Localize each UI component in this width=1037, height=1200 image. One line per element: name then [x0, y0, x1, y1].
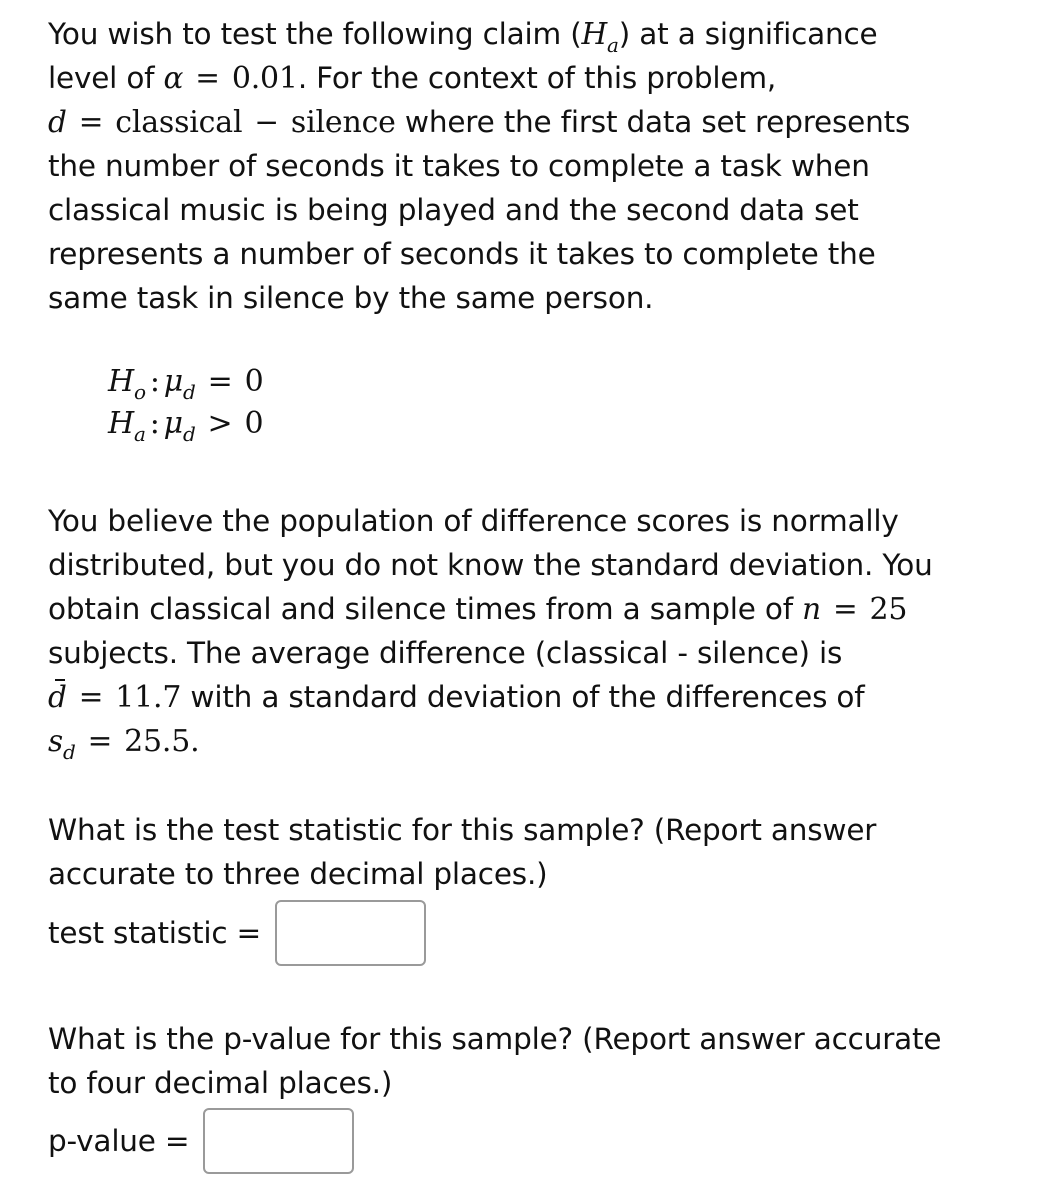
- math-d: d: [48, 105, 67, 139]
- intro-line-2: level of α = 0.01. For the context of this…: [48, 56, 1008, 100]
- math-H: H: [108, 406, 134, 441]
- mean-difference: 11.7: [115, 680, 182, 715]
- alpha-value: 0.01: [231, 61, 298, 96]
- math-sub: o: [133, 380, 146, 404]
- test-statistic-input[interactable]: [275, 900, 427, 966]
- context-line-6: sd = 25.5.: [48, 719, 1008, 764]
- math-equals: =: [78, 105, 104, 139]
- context-line-4: subjects. The average difference (classi…: [48, 636, 843, 670]
- test-statistic-row: test statistic =: [48, 900, 427, 966]
- math-d-bar: d: [48, 675, 67, 719]
- p-value-label: p-value =: [48, 1124, 190, 1158]
- math-n: n: [802, 592, 821, 626]
- hypotheses: Ho: μd = 0 Ha: μd >0: [108, 362, 264, 446]
- colon: :: [149, 406, 160, 441]
- math-s: s: [48, 724, 63, 758]
- context-line-5: d = 11.7 with a standard deviation of the …: [48, 675, 1008, 719]
- context-line-1: You believe the population of difference…: [48, 504, 899, 538]
- context-line-2: distributed, but you do not know the sta…: [48, 548, 933, 582]
- math-sub: a: [133, 422, 146, 446]
- math-mu: μ: [163, 406, 184, 441]
- sd-difference: 25.5: [124, 724, 191, 759]
- text: level of: [48, 61, 164, 95]
- math-mu: μ: [163, 364, 184, 399]
- math-H: H: [581, 17, 608, 51]
- sample-size: 25: [869, 592, 908, 627]
- math-greater-than: >: [207, 406, 233, 441]
- math-sub: d: [182, 422, 196, 446]
- math-equals: =: [832, 592, 858, 626]
- math-silence: silence: [290, 105, 396, 140]
- test-statistic-label: test statistic =: [48, 916, 262, 950]
- question-test-statistic: What is the test statistic for this samp…: [48, 808, 1008, 896]
- math-equals: =: [87, 724, 113, 758]
- math-classical: classical: [115, 105, 243, 140]
- context-line-3: obtain classical and silence times from …: [48, 587, 1008, 631]
- intro-line-7: same task in silence by the same person.: [48, 281, 654, 315]
- math-equals: =: [195, 61, 220, 95]
- period: .: [190, 724, 200, 759]
- question-1-line-2: accurate to three decimal places.): [48, 857, 548, 891]
- math-equals: =: [207, 364, 233, 399]
- math-minus: −: [254, 105, 279, 139]
- alt-value: 0: [244, 406, 264, 441]
- text: where the first data set represents: [395, 105, 911, 139]
- problem-context: You believe the population of difference…: [48, 499, 1008, 764]
- null-value: 0: [244, 364, 264, 399]
- question-2-line-1: What is the p-value for this sample? (Re…: [48, 1022, 942, 1056]
- text: with a standard deviation of the differe…: [181, 680, 865, 714]
- question-p-value: What is the p-value for this sample? (Re…: [48, 1017, 1008, 1105]
- intro-line-5: classical music is being played and the …: [48, 193, 859, 227]
- null-hypothesis: Ho: μd = 0: [108, 362, 264, 404]
- math-sub-a: a: [607, 33, 619, 57]
- math-alpha: α: [163, 61, 184, 95]
- intro-line-6: represents a number of seconds it takes …: [48, 237, 876, 271]
- math-sub: d: [183, 380, 196, 404]
- p-value-input[interactable]: [203, 1108, 355, 1174]
- text: obtain classical and silence times from …: [48, 592, 803, 626]
- math-sub: d: [62, 740, 76, 764]
- question-2-line-2: to four decimal places.): [48, 1066, 393, 1100]
- text: . For the context of this problem,: [297, 61, 777, 95]
- p-value-row: p-value =: [48, 1108, 355, 1174]
- intro-line-4: the number of seconds it takes to comple…: [48, 149, 870, 183]
- problem-intro: You wish to test the following claim (Ha…: [48, 12, 1008, 320]
- intro-line-1: You wish to test the following claim (Ha…: [48, 12, 1008, 57]
- math-equals: =: [78, 680, 104, 714]
- intro-line-3: d = classical − silence where the first data…: [48, 100, 1008, 144]
- math-H: H: [108, 364, 134, 399]
- text: ) at a significance: [618, 17, 878, 51]
- alternative-hypothesis: Ha: μd >0: [108, 404, 264, 446]
- text: You wish to test the following claim (: [48, 17, 582, 51]
- colon: :: [149, 364, 160, 399]
- question-1-line-1: What is the test statistic for this samp…: [48, 813, 877, 847]
